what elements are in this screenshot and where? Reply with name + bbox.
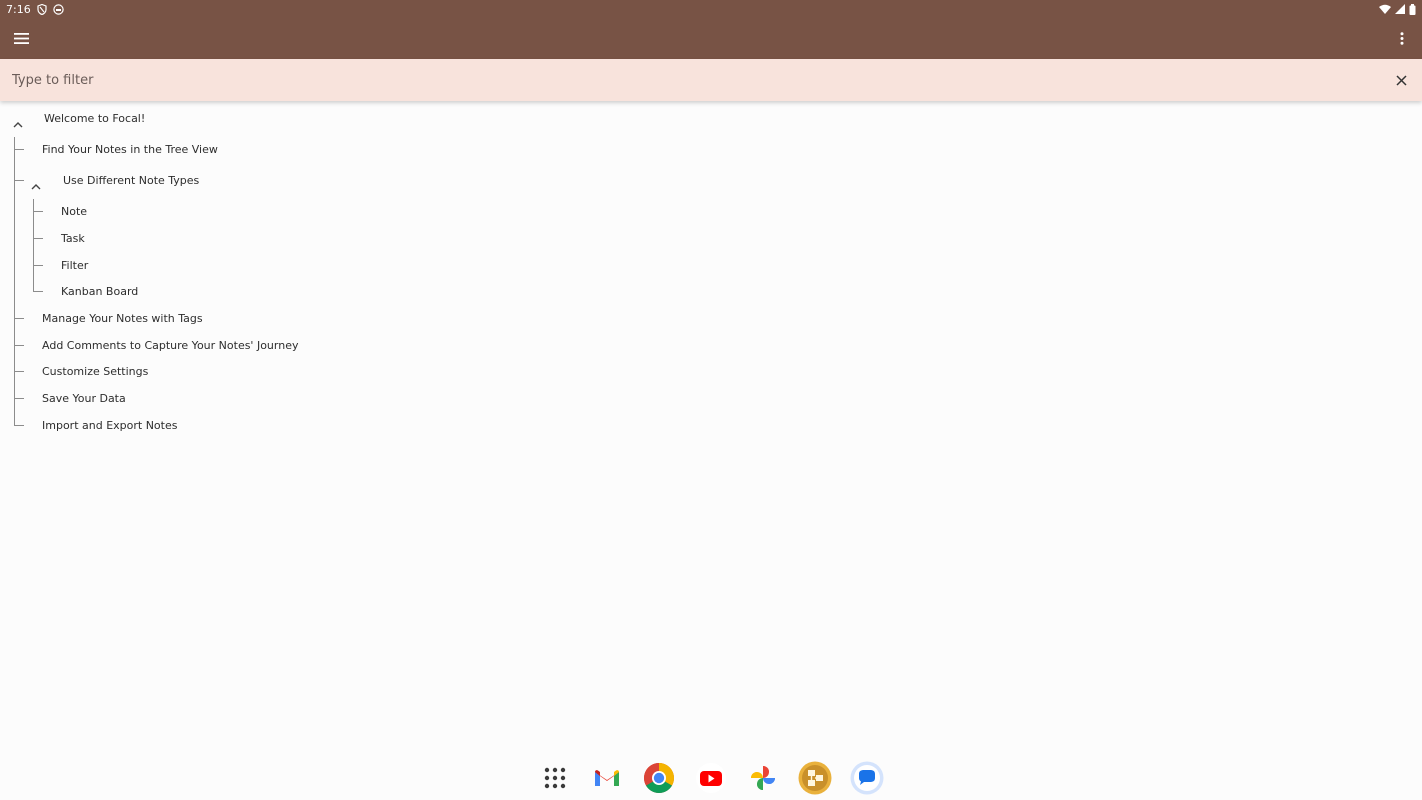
tree-item-note-types[interactable]: Use Different Note Types [63,170,199,190]
tree-item-comments[interactable]: Add Comments to Capture Your Notes' Jour… [42,335,298,355]
vpn-shield-icon [37,3,47,15]
chrome-icon[interactable] [642,761,676,795]
more-vert-icon[interactable] [1394,30,1410,48]
tree-connector [15,318,24,319]
hamburger-menu-icon[interactable] [12,30,30,48]
grid-dots-icon[interactable] [538,761,572,795]
tree-item-welcome[interactable]: Welcome to Focal! [44,108,145,128]
tree-item-filter[interactable]: Filter [61,255,88,275]
tree-connector [34,238,43,239]
tree-item-import-export[interactable]: Import and Export Notes [42,415,177,435]
tree-item-settings[interactable]: Customize Settings [42,361,148,381]
tree-item-label: Kanban Board [61,284,139,298]
tree-connector [15,398,24,399]
gmail-icon[interactable] [590,761,624,795]
app-dock [0,755,1422,800]
app-bar [0,18,1422,59]
tree-item-label: Find Your Notes in the Tree View [42,142,218,156]
tree-item-label: Filter [61,258,89,272]
tree-guide-note-types [33,199,34,292]
status-bar: 7:16 [0,0,1422,18]
tree-item-label: Customize Settings [42,364,149,378]
wifi-icon [1379,4,1391,14]
chevron-up-icon[interactable] [13,114,23,128]
tree-connector [34,291,43,292]
photos-pinwheel-icon[interactable] [746,761,780,795]
tree-item-kanban[interactable]: Kanban Board [61,281,138,301]
tree-connector [34,211,43,212]
tree-connector [15,425,24,426]
youtube-icon[interactable] [694,761,728,795]
filter-input[interactable] [12,72,1392,88]
tree-item-label: Note [61,204,88,218]
tree-item-find-notes[interactable]: Find Your Notes in the Tree View [42,139,218,159]
tree-connector [15,180,24,181]
tree-item-label: Use Different Note Types [63,173,200,187]
tree-item-label: Add Comments to Capture Your Notes' Jour… [42,338,299,352]
tree-connector [15,149,24,150]
chevron-up-icon[interactable] [31,176,41,190]
tree-item-label: Save Your Data [42,391,126,405]
signal-icon [1395,4,1405,14]
close-icon[interactable] [1392,71,1410,89]
focal-tree-icon[interactable] [798,761,832,795]
tree-item-label: Import and Export Notes [42,418,178,432]
tree-item-label: Welcome to Focal! [44,111,146,125]
tree-item-task[interactable]: Task [61,228,85,248]
status-time: 7:16 [6,2,31,16]
messages-bubble-icon[interactable] [850,761,884,795]
tree-connector [15,345,24,346]
tree-item-label: Task [61,231,85,245]
notification-icon [53,3,64,15]
tree-connector [15,371,24,372]
tree-item-tags[interactable]: Manage Your Notes with Tags [42,308,203,328]
battery-icon [1409,3,1416,15]
tree-item-note[interactable]: Note [61,201,87,221]
filter-bar [0,59,1422,101]
tree-item-label: Manage Your Notes with Tags [42,311,203,325]
tree-item-save-data[interactable]: Save Your Data [42,388,126,408]
tree-connector [34,265,43,266]
